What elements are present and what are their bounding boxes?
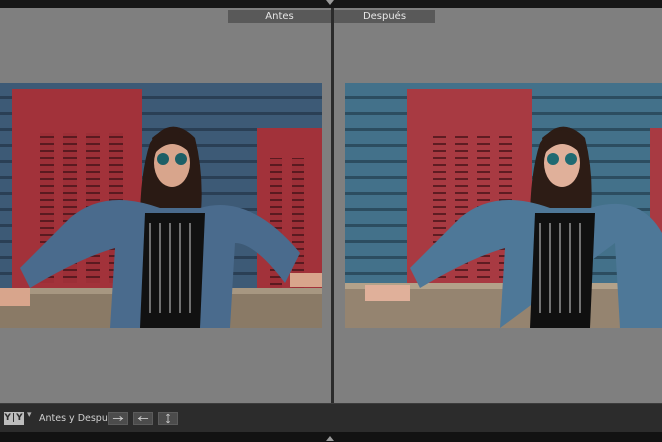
after-photo-image	[345, 83, 662, 328]
copy-before-to-after-button[interactable]	[108, 412, 128, 425]
before-view: Antes	[0, 8, 331, 403]
after-view: Después	[334, 8, 662, 403]
view-mode-dropdown-icon[interactable]: ▾	[27, 410, 32, 420]
before-photo[interactable]	[0, 83, 322, 328]
after-label: Después	[334, 10, 435, 23]
top-panel-toggle-icon[interactable]	[326, 0, 334, 5]
before-after-view-mode-button[interactable]: Y|Y	[4, 412, 24, 425]
filmstrip-toggle-icon[interactable]	[326, 436, 334, 441]
before-photo-image	[0, 83, 322, 328]
copy-after-to-before-icon	[137, 416, 149, 421]
before-label: Antes	[228, 10, 331, 23]
swap-before-after-button[interactable]	[158, 412, 178, 425]
swap-before-after-icon	[166, 413, 170, 424]
after-photo[interactable]	[345, 83, 662, 328]
bottom-toolbar: Y|Y ▾ Antes y Después:	[0, 403, 662, 433]
copy-before-to-after-icon	[112, 416, 124, 421]
copy-after-to-before-button[interactable]	[133, 412, 153, 425]
